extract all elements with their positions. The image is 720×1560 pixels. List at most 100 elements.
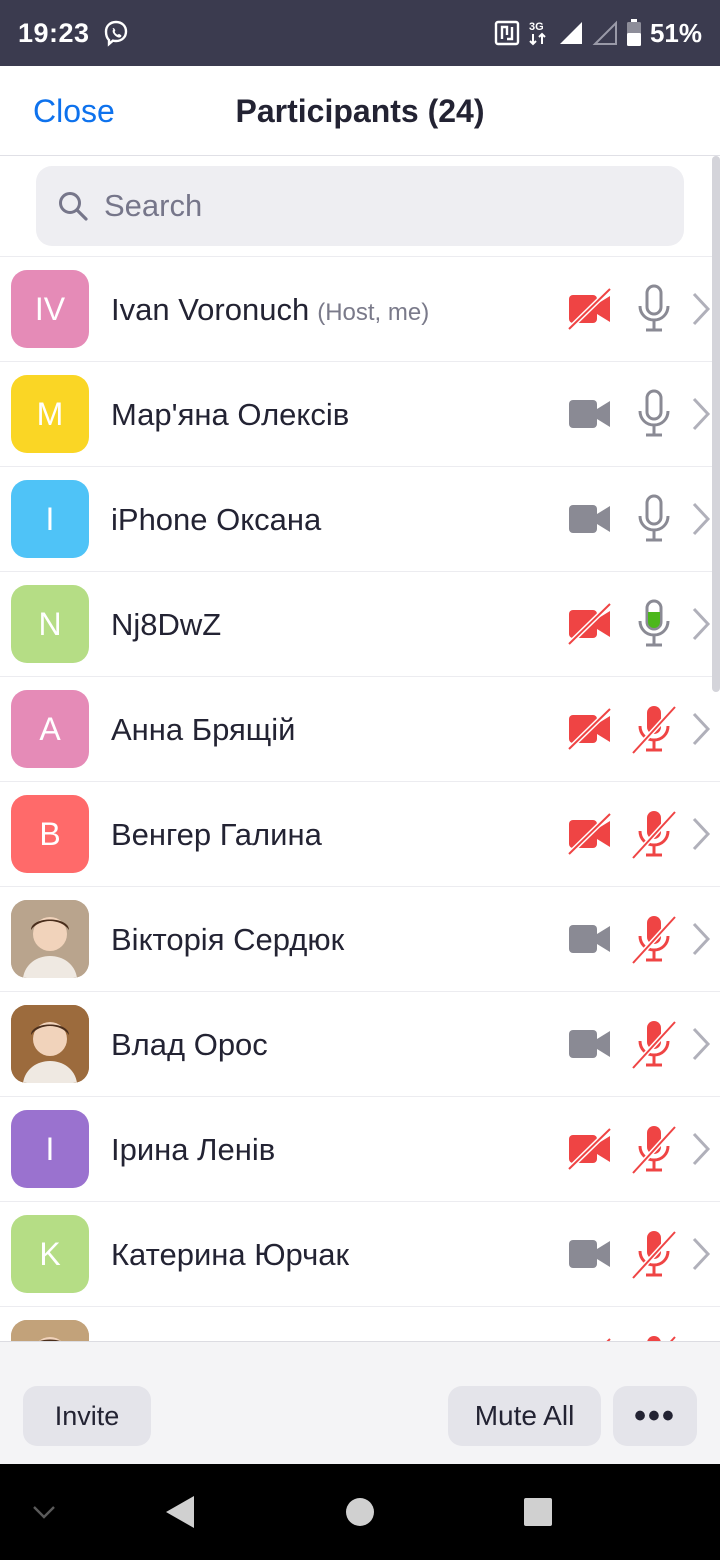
participant-name-text: Мар'яна Олексів (111, 397, 350, 432)
participant-row[interactable]: IV Ivan Voronuch (Host, me) (0, 257, 720, 362)
participant-name-text: Анна Брящій (111, 712, 296, 747)
participant-role: (Host, me) (317, 299, 430, 326)
microphone-icon (630, 598, 678, 650)
participant-row[interactable]: I Ірина Ленів (0, 1097, 720, 1202)
participant-row[interactable]: Вікторія Сердюк (0, 887, 720, 992)
participant-list[interactable]: IV Ivan Voronuch (Host, me) M Мар'яна Олексі… (0, 257, 720, 1341)
microphone-muted-icon (630, 703, 678, 755)
chevron-right-icon[interactable] (690, 291, 712, 327)
back-icon[interactable] (160, 1464, 200, 1560)
microphone-icon (630, 388, 678, 440)
participant-name: Ivan Voronuch (Host, me) (111, 257, 429, 362)
participant-name-text: iPhone Оксана (111, 502, 322, 537)
avatar: IV (11, 270, 89, 348)
close-button[interactable]: Close (33, 66, 115, 156)
microphone-icon (630, 493, 678, 545)
battery-icon (626, 19, 642, 47)
video-camera-icon (566, 1022, 614, 1066)
avatar: B (11, 795, 89, 873)
video-camera-icon (566, 497, 614, 541)
status-time: 19:23 (18, 17, 90, 48)
participant-row[interactable]: A Анна Брящій (0, 677, 720, 782)
participant-name: Вікторія Сердюк (111, 887, 344, 992)
video-camera-off-icon (566, 287, 614, 331)
chevron-right-icon[interactable] (690, 1236, 712, 1272)
video-camera-icon (566, 917, 614, 961)
participant-name-text: Вікторія Сердюк (111, 922, 345, 957)
microphone-muted-icon (630, 1123, 678, 1175)
recent-apps-icon[interactable] (520, 1464, 556, 1560)
invite-button[interactable]: Invite (23, 1386, 151, 1446)
more-options-button[interactable]: ••• (613, 1386, 697, 1446)
video-camera-off-icon (566, 812, 614, 856)
microphone-icon (630, 283, 678, 335)
video-camera-off-icon (566, 707, 614, 751)
nfc-icon (494, 20, 520, 46)
header: Participants (24) Close (0, 66, 720, 156)
system-navigation-bar (0, 1464, 720, 1560)
avatar (11, 900, 89, 978)
participant-row[interactable] (0, 1307, 720, 1341)
microphone-muted-icon (630, 808, 678, 860)
mute-all-button[interactable]: Mute All (448, 1386, 601, 1446)
participant-row[interactable]: N Nj8DwZ (0, 572, 720, 677)
participant-row[interactable]: B Венгер Галина (0, 782, 720, 887)
participant-row[interactable]: M Мар'яна Олексів (0, 362, 720, 467)
avatar: M (11, 375, 89, 453)
bottom-toolbar: Invite Mute All ••• (0, 1341, 720, 1464)
participant-row[interactable]: Влад Орос (0, 992, 720, 1097)
signal-strength-icon (558, 20, 584, 46)
chevron-right-icon[interactable] (690, 711, 712, 747)
search-box[interactable] (36, 166, 684, 246)
status-bar: 19:23 3G 51% (0, 0, 720, 66)
participant-row[interactable]: IiPhone Оксана (0, 467, 720, 572)
avatar (11, 1005, 89, 1083)
scrollbar[interactable] (712, 156, 720, 692)
participant-row[interactable]: K Катерина Юрчак (0, 1202, 720, 1307)
chevron-right-icon[interactable] (690, 501, 712, 537)
search-section (0, 156, 720, 257)
avatar: I (11, 480, 89, 558)
search-input[interactable] (104, 188, 664, 224)
chevron-right-icon[interactable] (690, 1026, 712, 1062)
participant-name: Катерина Юрчак (111, 1202, 349, 1307)
video-camera-off-icon (566, 602, 614, 646)
participant-name: Мар'яна Олексів (111, 362, 349, 467)
home-icon[interactable] (340, 1464, 380, 1560)
participant-name-text: Ivan Voronuch (111, 292, 310, 327)
participant-name-text: Ірина Ленів (111, 1132, 276, 1167)
participant-name: Влад Орос (111, 992, 268, 1097)
signal-empty-icon (592, 20, 618, 46)
avatar: N (11, 585, 89, 663)
participant-name-text: Венгер Галина (111, 817, 322, 852)
avatar (11, 1320, 89, 1341)
avatar: I (11, 1110, 89, 1188)
microphone-muted-icon (630, 1018, 678, 1070)
video-camera-icon (566, 392, 614, 436)
participant-name: iPhone Оксана (111, 467, 321, 572)
chevron-right-icon[interactable] (690, 606, 712, 642)
participant-name: Анна Брящій (111, 677, 296, 782)
participant-name: Nj8DwZ (111, 572, 221, 677)
participant-name-text: Nj8DwZ (111, 607, 222, 642)
video-camera-off-icon (566, 1127, 614, 1171)
participant-name: Венгер Галина (111, 782, 322, 887)
network-3g-icon: 3G (528, 18, 550, 48)
participant-name-text: Катерина Юрчак (111, 1237, 350, 1272)
keyboard-hide-icon[interactable] (20, 1464, 68, 1560)
participant-name: Ірина Ленів (111, 1097, 275, 1202)
participant-name-text: Влад Орос (111, 1027, 268, 1062)
avatar: A (11, 690, 89, 768)
viber-icon (102, 19, 130, 47)
svg-text:3G: 3G (529, 21, 544, 33)
avatar: K (11, 1215, 89, 1293)
chevron-right-icon[interactable] (690, 921, 712, 957)
video-camera-icon (566, 1232, 614, 1276)
chevron-right-icon[interactable] (690, 816, 712, 852)
microphone-muted-icon (630, 913, 678, 965)
chevron-right-icon[interactable] (690, 396, 712, 432)
chevron-right-icon[interactable] (690, 1131, 712, 1167)
microphone-muted-icon (630, 1228, 678, 1280)
battery-percent: 51% (649, 17, 702, 48)
search-icon (56, 189, 90, 223)
